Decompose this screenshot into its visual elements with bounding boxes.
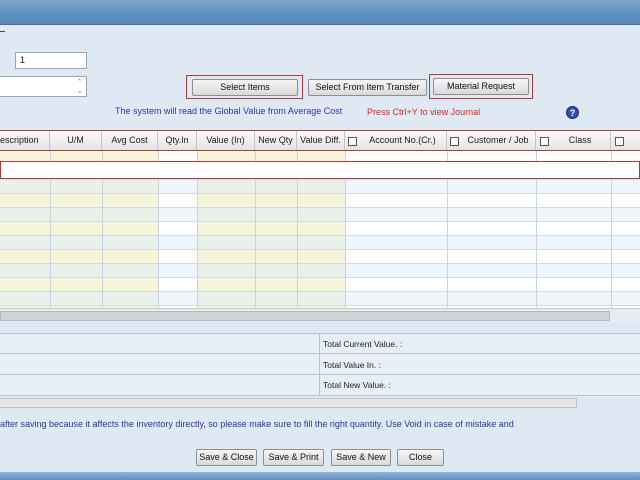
grid-header: escription U/M Avg Cost Qty.In Value (In… bbox=[0, 130, 640, 151]
window-titlebar bbox=[0, 0, 640, 25]
active-edit-row[interactable] bbox=[0, 161, 640, 179]
header-account-no[interactable]: Account No.(Cr.) bbox=[345, 131, 447, 150]
header-new-qty[interactable]: New Qty bbox=[255, 131, 297, 150]
chevron-up-icon[interactable]: ⌃ bbox=[74, 78, 85, 87]
horizontal-scrollbar[interactable] bbox=[0, 308, 640, 322]
total-current-value-label: Total Current Value. : bbox=[323, 339, 403, 349]
window-bottom-edge bbox=[0, 472, 640, 480]
table-row[interactable] bbox=[0, 263, 640, 277]
row-divider bbox=[0, 263, 640, 264]
header-customer-job[interactable]: Customer / Job bbox=[447, 131, 536, 150]
checkbox-icon[interactable] bbox=[450, 137, 459, 147]
row-divider bbox=[0, 249, 640, 250]
panel-divider bbox=[0, 374, 640, 375]
header-qty-in[interactable]: Qty.In bbox=[158, 131, 197, 150]
total-new-value-label: Total New Value. : bbox=[323, 380, 391, 390]
row-divider bbox=[0, 221, 640, 222]
total-value-in-label: Total Value In. : bbox=[323, 360, 381, 370]
checkbox-icon[interactable] bbox=[615, 137, 624, 147]
save-new-button[interactable]: Save & New bbox=[331, 449, 391, 466]
account-select-all-checkbox[interactable] bbox=[348, 136, 357, 147]
row-divider bbox=[0, 193, 640, 194]
date-spinner[interactable]: ⌃ ⌄ bbox=[74, 78, 85, 96]
extra-select-all-checkbox[interactable] bbox=[615, 136, 624, 147]
row-divider bbox=[0, 179, 640, 180]
row-divider bbox=[0, 207, 640, 208]
row-divider bbox=[0, 305, 640, 306]
save-print-button[interactable]: Save & Print bbox=[263, 449, 324, 466]
status-progress-bar bbox=[0, 398, 577, 408]
checkbox-icon[interactable] bbox=[540, 137, 549, 147]
customer-select-all-checkbox[interactable] bbox=[450, 136, 459, 147]
table-row[interactable] bbox=[0, 179, 640, 193]
row-divider bbox=[0, 235, 640, 236]
chevron-down-icon[interactable]: ⌄ bbox=[74, 87, 85, 96]
totals-panel bbox=[0, 333, 640, 395]
class-select-all-checkbox[interactable] bbox=[540, 136, 549, 147]
global-value-info: The system will read the Global Value fr… bbox=[115, 106, 343, 116]
select-items-button[interactable]: Select Items bbox=[192, 79, 298, 96]
checkbox-icon[interactable] bbox=[348, 137, 357, 147]
header-description[interactable]: escription bbox=[0, 131, 50, 150]
close-button[interactable]: Close bbox=[397, 449, 444, 466]
scrollbar-thumb[interactable] bbox=[0, 311, 610, 321]
header-avg-cost[interactable]: Avg Cost bbox=[102, 131, 158, 150]
header-um[interactable]: U/M bbox=[50, 131, 102, 150]
panel-divider bbox=[0, 395, 640, 396]
journal-hint: Press Ctrl+Y to view Journal bbox=[367, 107, 481, 117]
table-row[interactable] bbox=[0, 207, 640, 221]
panel-column-divider bbox=[319, 333, 320, 395]
number-field[interactable]: 1 bbox=[15, 52, 87, 69]
row-divider bbox=[0, 291, 640, 292]
table-row[interactable] bbox=[0, 235, 640, 249]
save-close-button[interactable]: Save & Close bbox=[196, 449, 257, 466]
separator bbox=[0, 31, 5, 32]
panel-divider bbox=[0, 353, 640, 354]
header-value-diff[interactable]: Value Diff. bbox=[297, 131, 345, 150]
table-row[interactable] bbox=[0, 291, 640, 305]
select-from-item-transfer-button[interactable]: Select From Item Transfer bbox=[308, 79, 427, 96]
header-value-in[interactable]: Value (In) bbox=[197, 131, 255, 150]
help-icon[interactable]: ? bbox=[566, 106, 579, 119]
row-divider bbox=[0, 277, 640, 278]
material-request-button[interactable]: Material Request bbox=[433, 78, 529, 95]
inventory-warning-text: after saving because it affects the inve… bbox=[0, 419, 514, 429]
